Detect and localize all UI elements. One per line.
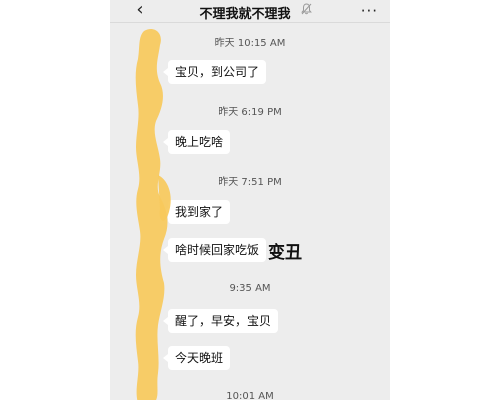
chat-header: ‹ 不理我就不理我 ··· [110,0,390,23]
message-bubble[interactable]: 宝贝，到公司了 [162,60,267,84]
more-options-icon[interactable]: ··· [361,2,378,20]
chat-title: 不理我就不理我 [199,7,291,22]
chat-screen: ‹ 不理我就不理我 ··· 昨天 10:15 AM 宝贝，到公司了 昨天 6:1… [110,0,390,400]
redaction-smear [135,28,171,400]
sticker-message[interactable]: 变丑 [268,238,302,263]
message-bubble[interactable]: 啥时候回家吃饭 [162,238,267,262]
message-bubble[interactable]: 醒了，早安，宝贝 [162,309,279,333]
mute-icon [301,3,312,18]
back-icon[interactable]: ‹ [130,0,150,22]
